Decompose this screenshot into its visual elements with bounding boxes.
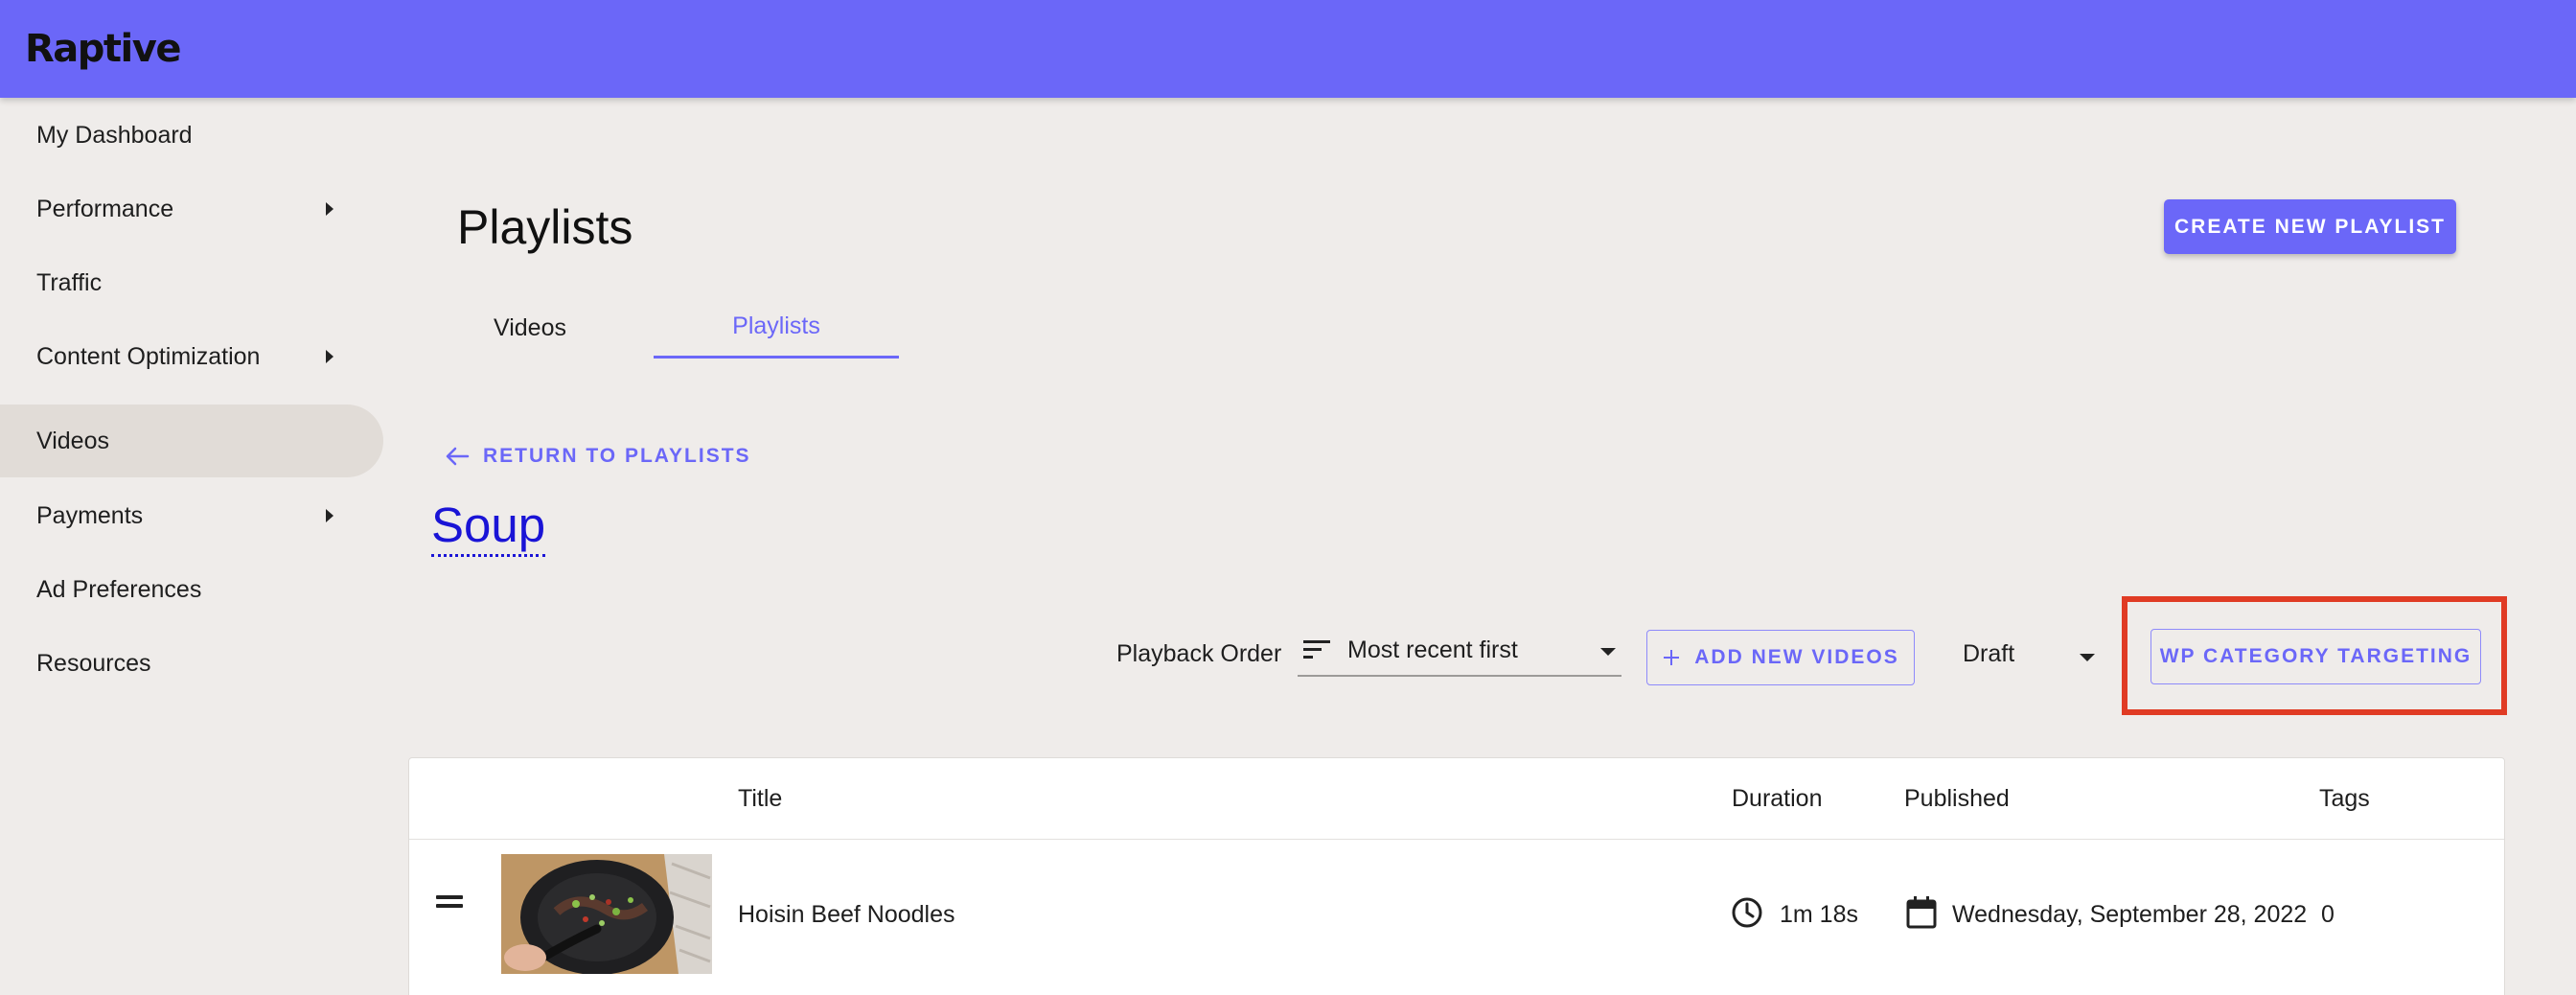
videos-table: Title Duration Published Tags Hoisin Bee… xyxy=(408,757,2505,995)
calendar-icon xyxy=(1906,896,1937,929)
playback-order-label: Playback Order xyxy=(1116,640,1282,667)
video-duration: 1m 18s xyxy=(1780,901,1858,928)
tab-label: Videos xyxy=(494,313,566,341)
sidebar-item-label: Resources xyxy=(36,649,151,677)
video-title[interactable]: Hoisin Beef Noodles xyxy=(738,901,955,929)
sort-icon xyxy=(1303,640,1330,659)
arrow-left-icon xyxy=(446,447,470,466)
sidebar-item-label: Traffic xyxy=(36,268,103,296)
dropdown-arrow-icon xyxy=(1600,648,1616,656)
create-new-playlist-button[interactable]: CREATE NEW PLAYLIST xyxy=(2164,199,2456,254)
add-new-videos-button[interactable]: ADD NEW VIDEOS xyxy=(1646,630,1915,685)
table-row[interactable]: Hoisin Beef Noodles 1m 18s Wednesday, Se… xyxy=(409,840,2504,993)
clock-icon xyxy=(1732,897,1762,928)
sidebar-item-performance[interactable]: Performance xyxy=(0,173,383,245)
top-app-bar: Raptive xyxy=(0,0,2576,98)
sidebar-item-label: Payments xyxy=(36,501,144,529)
sidebar-item-traffic[interactable]: Traffic xyxy=(0,246,383,319)
column-header-published[interactable]: Published xyxy=(1904,785,2010,813)
return-to-playlists-label: RETURN TO PLAYLISTS xyxy=(483,445,751,467)
sidebar-item-label: Videos xyxy=(36,427,109,454)
chevron-right-icon xyxy=(326,350,334,363)
column-header-tags[interactable]: Tags xyxy=(2319,785,2370,813)
return-to-playlists-link[interactable]: RETURN TO PLAYLISTS xyxy=(445,439,751,474)
wp-category-targeting-button[interactable]: WP CATEGORY TARGETING xyxy=(2150,629,2481,684)
status-select[interactable]: Draft xyxy=(1963,640,2106,675)
video-tags-count: 0 xyxy=(2321,901,2334,928)
sidebar-item-content-optimization[interactable]: Content Optimization xyxy=(0,320,383,393)
plus-icon xyxy=(1664,650,1680,665)
add-new-videos-label: ADD NEW VIDEOS xyxy=(1694,646,1899,668)
sidebar-item-label: My Dashboard xyxy=(36,121,193,149)
page-title: Playlists xyxy=(457,200,633,254)
sidebar-item-payments[interactable]: Payments xyxy=(0,479,383,552)
sidebar-item-label: Content Optimization xyxy=(36,342,261,370)
dropdown-arrow-icon xyxy=(2080,654,2095,661)
column-header-title[interactable]: Title xyxy=(738,785,782,813)
playback-order-value: Most recent first xyxy=(1347,636,1518,663)
column-header-duration[interactable]: Duration xyxy=(1732,785,1823,813)
sidebar-item-label: Ad Preferences xyxy=(36,575,202,603)
sidebar-item-resources[interactable]: Resources xyxy=(0,627,383,700)
video-published-date: Wednesday, September 28, 2022 xyxy=(1952,901,2308,928)
status-value: Draft xyxy=(1963,640,2015,667)
tab-label: Playlists xyxy=(732,312,820,339)
sidebar-item-ad-preferences[interactable]: Ad Preferences xyxy=(0,553,383,626)
video-thumbnail[interactable] xyxy=(501,854,712,974)
sidebar-item-videos[interactable]: Videos xyxy=(0,405,383,477)
sidebar-item-label: Performance xyxy=(36,195,174,222)
sidebar-item-my-dashboard[interactable]: My Dashboard xyxy=(0,99,383,172)
tab-playlists[interactable]: Playlists xyxy=(654,297,899,359)
raptive-logo[interactable]: Raptive xyxy=(25,27,181,71)
playlist-name-title[interactable]: Soup xyxy=(431,497,546,557)
thumbnail-image xyxy=(501,854,712,974)
chevron-right-icon xyxy=(326,202,334,216)
chevron-right-icon xyxy=(326,509,334,522)
tab-videos[interactable]: Videos xyxy=(448,297,611,359)
playback-order-select[interactable]: Most recent first xyxy=(1298,629,1622,677)
drag-handle-icon[interactable] xyxy=(436,895,463,913)
